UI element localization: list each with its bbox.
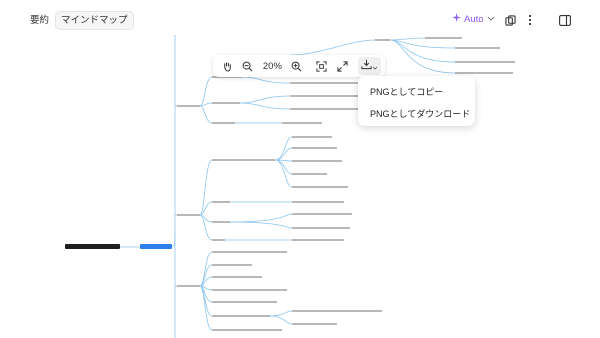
fullscreen-icon[interactable] bbox=[332, 57, 353, 75]
download-icon bbox=[361, 57, 372, 75]
mindmap-canvas[interactable] bbox=[0, 0, 600, 338]
zoom-in-icon[interactable] bbox=[286, 57, 307, 75]
download-button[interactable] bbox=[358, 57, 381, 75]
auto-model-select[interactable]: Auto bbox=[452, 13, 495, 25]
sidebar-toggle-icon[interactable] bbox=[557, 12, 573, 28]
zoom-out-icon[interactable] bbox=[238, 57, 259, 75]
zoom-level: 20% bbox=[262, 60, 282, 72]
tab-summary[interactable]: 要約 bbox=[26, 11, 53, 30]
menu-item-download-png[interactable]: PNGとしてダウンロード bbox=[370, 107, 470, 120]
copy-icon[interactable] bbox=[502, 12, 518, 28]
chevron-down-icon bbox=[487, 14, 495, 25]
view-tabs: 要約 マインドマップ bbox=[26, 11, 134, 30]
chevron-down-icon bbox=[372, 57, 378, 75]
auto-label: Auto bbox=[464, 13, 484, 25]
download-menu: PNGとしてコピー PNGとしてダウンロード bbox=[358, 76, 475, 126]
fit-screen-icon[interactable] bbox=[311, 57, 332, 75]
sparkle-icon bbox=[452, 13, 461, 25]
tab-mindmap[interactable]: マインドマップ bbox=[55, 11, 134, 30]
hand-icon[interactable] bbox=[217, 57, 238, 75]
more-vertical-icon[interactable] bbox=[522, 12, 538, 28]
menu-item-copy-png[interactable]: PNGとしてコピー bbox=[370, 85, 443, 98]
mindmap-toolbar: 20% bbox=[213, 55, 385, 77]
